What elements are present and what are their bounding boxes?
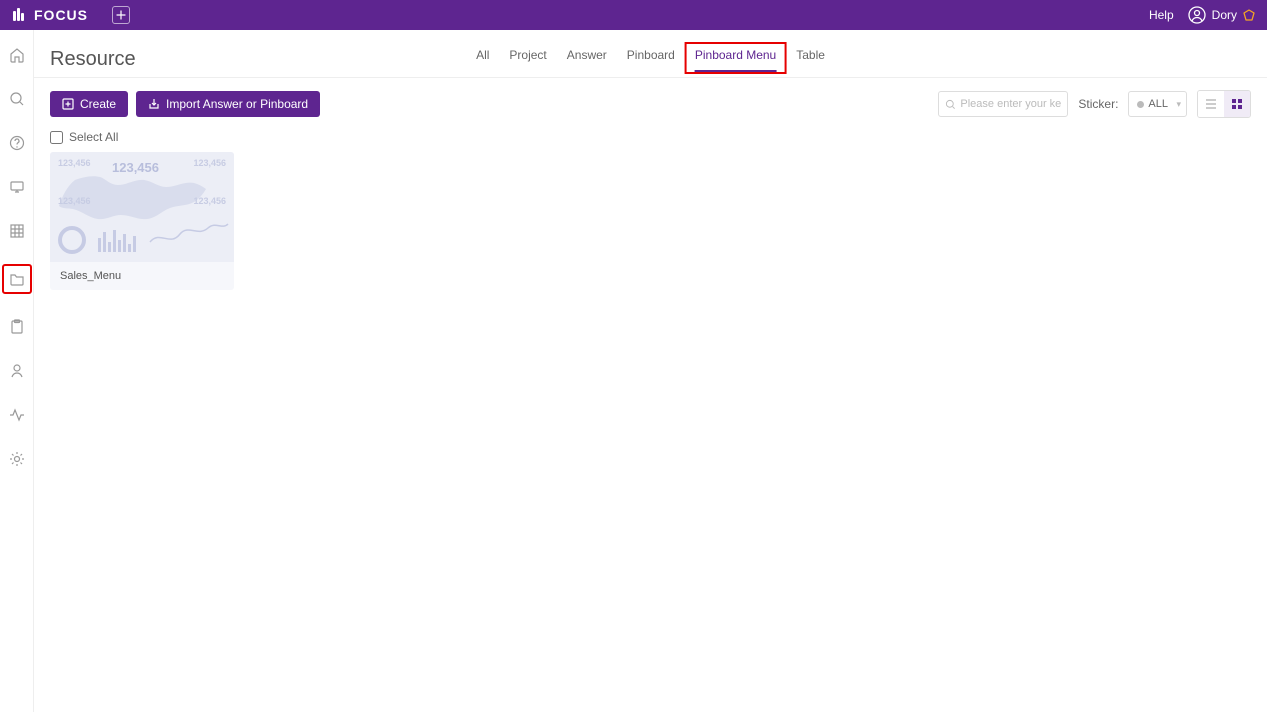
select-all-label: Select All — [69, 130, 118, 144]
select-all-row: Select All — [34, 130, 1267, 152]
search-input-wrap[interactable] — [938, 91, 1068, 117]
sidebar-resource-icon[interactable] — [2, 264, 32, 294]
search-icon — [945, 99, 956, 110]
sidebar-activity-icon[interactable] — [6, 404, 28, 426]
sticker-label: Sticker: — [1078, 97, 1118, 111]
search-input[interactable] — [960, 98, 1061, 110]
card-title: Sales_Menu — [50, 262, 234, 290]
sidebar-search-icon[interactable] — [6, 88, 28, 110]
brand-name: FOCUS — [34, 7, 88, 23]
main-content: Resource All Project Answer Pinboard Pin… — [34, 30, 1267, 712]
sticker-value: ALL — [1148, 98, 1168, 110]
import-icon — [148, 98, 160, 110]
tab-answer[interactable]: Answer — [557, 42, 617, 74]
resource-tabs: All Project Answer Pinboard Pinboard Men… — [466, 42, 835, 74]
tab-pinboard[interactable]: Pinboard — [617, 42, 685, 74]
page-title: Resource — [50, 48, 136, 71]
sticker-select[interactable]: ALL ▾ — [1128, 91, 1187, 117]
toolbar: Create Import Answer or Pinboard Sticker… — [34, 78, 1267, 130]
import-label: Import Answer or Pinboard — [166, 97, 308, 111]
tab-project[interactable]: Project — [499, 42, 556, 74]
tab-table[interactable]: Table — [786, 42, 835, 74]
grid-view-button[interactable] — [1224, 91, 1250, 117]
list-view-button[interactable] — [1198, 91, 1224, 117]
new-button[interactable] — [112, 6, 130, 24]
create-label: Create — [80, 97, 116, 111]
sidebar-user-icon[interactable] — [6, 360, 28, 382]
import-button[interactable]: Import Answer or Pinboard — [136, 91, 320, 117]
sticker-dot-icon — [1137, 101, 1144, 108]
tab-pinboard-menu[interactable]: Pinboard Menu — [685, 42, 786, 74]
select-all-checkbox[interactable] — [50, 131, 63, 144]
user-name: Dory — [1212, 8, 1237, 22]
plus-box-icon — [62, 98, 74, 110]
page-header: Resource All Project Answer Pinboard Pin… — [34, 30, 1267, 78]
tab-all[interactable]: All — [466, 42, 499, 74]
crown-icon — [1243, 9, 1255, 21]
user-menu[interactable]: Dory — [1188, 6, 1255, 24]
sidebar-help-icon[interactable] — [6, 132, 28, 154]
top-bar: FOCUS Help Dory — [0, 0, 1267, 30]
brand-logo[interactable]: FOCUS — [12, 7, 88, 23]
sidebar-clipboard-icon[interactable] — [6, 316, 28, 338]
sidebar-settings-icon[interactable] — [6, 448, 28, 470]
sidebar-grid-icon[interactable] — [6, 220, 28, 242]
sidebar-home-icon[interactable] — [6, 44, 28, 66]
help-link[interactable]: Help — [1149, 8, 1174, 22]
user-avatar-icon — [1188, 6, 1206, 24]
chevron-down-icon: ▾ — [1176, 99, 1181, 110]
sidebar-monitor-icon[interactable] — [6, 176, 28, 198]
left-sidebar — [0, 30, 34, 712]
card-grid: 123,456 123,456 123,456 123,456 123,456 … — [34, 152, 1267, 290]
view-toggle — [1197, 90, 1251, 118]
logo-icon — [12, 7, 28, 23]
resource-card[interactable]: 123,456 123,456 123,456 123,456 123,456 … — [50, 152, 234, 290]
create-button[interactable]: Create — [50, 91, 128, 117]
card-thumbnail: 123,456 123,456 123,456 123,456 123,456 — [50, 152, 234, 262]
